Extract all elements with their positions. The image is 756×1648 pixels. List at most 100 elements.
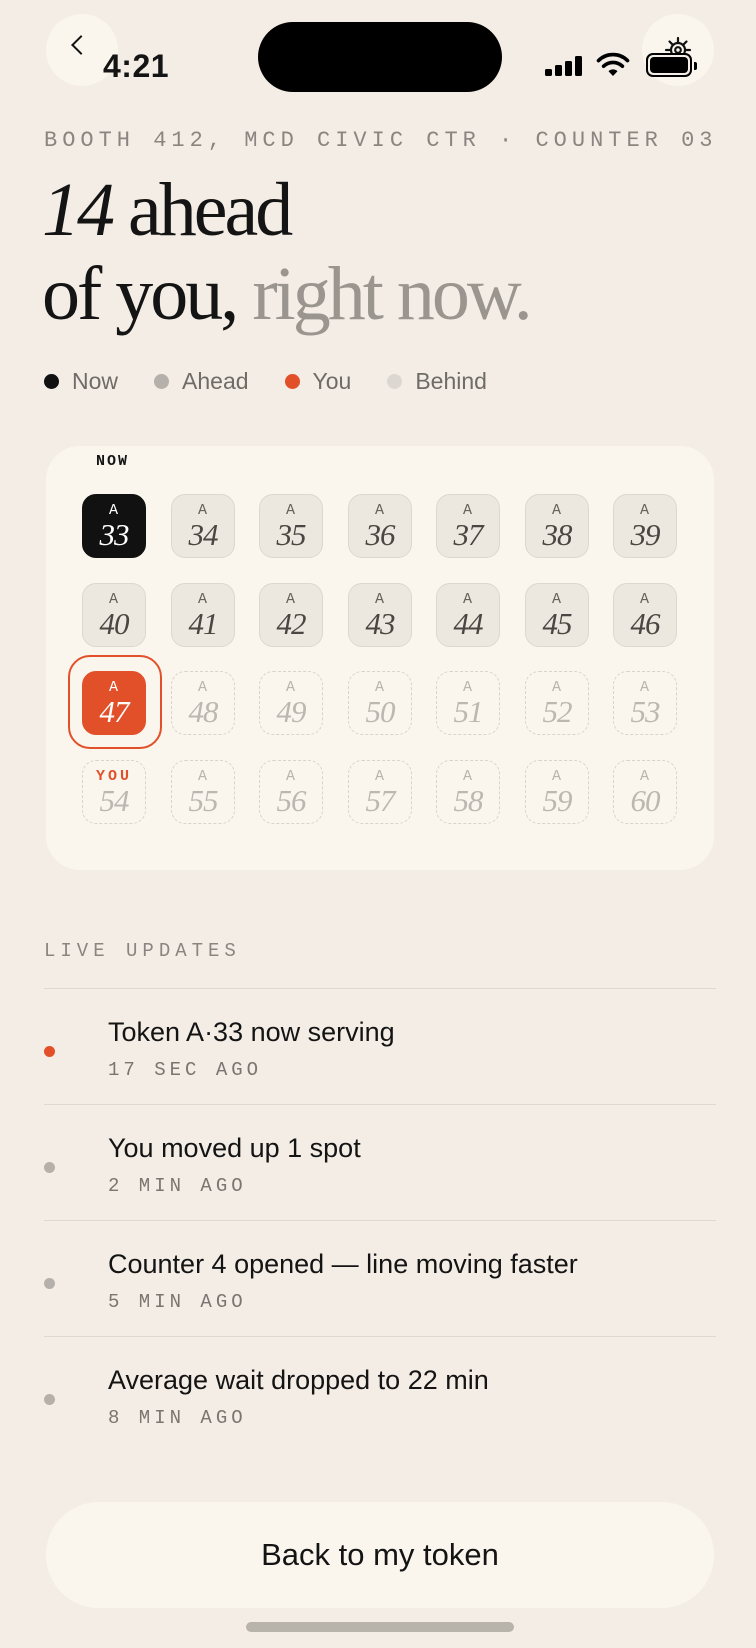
token-number: 39 <box>630 517 661 552</box>
queue-token-tile: A 46 <box>613 583 677 647</box>
queue-token-tile: A 33 <box>82 494 146 558</box>
wifi-icon <box>596 52 630 76</box>
token-number: 38 <box>542 517 573 552</box>
token-number: 45 <box>542 606 573 641</box>
token-number: 46 <box>630 606 661 641</box>
update-time: 8 MIN AGO <box>108 1407 247 1429</box>
legend-label: Behind <box>415 367 487 394</box>
token-number: 59 <box>542 783 573 818</box>
queue-token-tile: A 41 <box>171 583 235 647</box>
chevron-left-icon <box>71 35 91 55</box>
headline-of-you: of you, <box>42 252 239 336</box>
update-time: 17 SEC AGO <box>108 1059 263 1081</box>
queue-token-tile: A 52 <box>525 671 589 735</box>
queue-token-tile: A 56 <box>259 760 323 824</box>
legend-dot <box>387 373 403 389</box>
token-number: 57 <box>365 783 396 818</box>
token-number: 37 <box>453 517 484 552</box>
queue-token-tile: A 40 <box>82 583 146 647</box>
update-text: Counter 4 opened — line moving faster <box>108 1249 578 1279</box>
queue-token-tile: A 57 <box>348 760 412 824</box>
token-number: 33 <box>99 517 130 552</box>
token-number: 35 <box>276 517 307 552</box>
queue-token-tile: A 53 <box>613 671 677 735</box>
queue-token-tile: A 42 <box>259 583 323 647</box>
queue-token-tile: A 58 <box>436 760 500 824</box>
legend: Now Ahead You Behind <box>44 366 523 396</box>
token-number: 44 <box>453 606 484 641</box>
update-row: Average wait dropped to 22 min 8 MIN AGO <box>44 1336 716 1452</box>
dynamic-island <box>258 22 502 92</box>
token-number: 42 <box>276 606 307 641</box>
queue-token-tile: A 59 <box>525 760 589 824</box>
update-row: Counter 4 opened — line moving faster 5 … <box>44 1220 716 1336</box>
legend-label: Now <box>72 367 119 394</box>
update-text: You moved up 1 spot <box>108 1133 361 1163</box>
legend-dot <box>154 373 170 389</box>
queue-token-tile: A 43 <box>348 583 412 647</box>
cellular-signal-icon <box>545 56 582 76</box>
token-number: 53 <box>630 694 661 729</box>
location-label: BOOTH 412, MCD CIVIC CTR · COUNTER 03 <box>44 128 718 153</box>
queue-token-tile: A 37 <box>436 494 500 558</box>
token-number: 40 <box>99 606 130 641</box>
token-number: 47 <box>99 694 130 729</box>
token-number: 43 <box>365 606 396 641</box>
queue-token-tile: A 55 <box>171 760 235 824</box>
queue-token-tile: A 35 <box>259 494 323 558</box>
token-number: 54 <box>99 783 130 818</box>
legend-label: Ahead <box>182 367 249 394</box>
headline-ahead: ahead <box>112 168 293 252</box>
token-number: 50 <box>365 694 396 729</box>
legend-item-ahead: Ahead <box>154 368 249 395</box>
token-number: 52 <box>542 694 573 729</box>
legend-item-you: You <box>284 367 352 395</box>
now-marker-label: NOW <box>96 453 130 470</box>
headline-right-now: right now. <box>236 252 532 336</box>
token-number: 56 <box>276 783 307 818</box>
queue-token-tile: A 38 <box>525 494 589 558</box>
live-updates-title: LIVE UPDATES <box>44 940 241 962</box>
update-time: 2 MIN AGO <box>108 1175 247 1197</box>
queue-token-tile: A 48 <box>171 671 235 735</box>
queue-token-tile: A 36 <box>348 494 412 558</box>
update-status-dot <box>44 1046 55 1057</box>
legend-item-now: Now <box>44 368 118 395</box>
update-text: Average wait dropped to 22 min <box>108 1365 489 1395</box>
status-time: 4:21 <box>103 48 170 84</box>
token-number: 60 <box>630 783 661 818</box>
token-number: 58 <box>453 783 484 818</box>
update-status-dot <box>44 1278 55 1289</box>
queue-token-tile: A 51 <box>436 671 500 735</box>
token-number: 55 <box>188 783 219 818</box>
queue-token-tile: A 44 <box>436 583 500 647</box>
token-number: 41 <box>188 606 219 641</box>
legend-dot <box>44 373 59 389</box>
update-status-dot <box>44 1162 55 1173</box>
legend-item-behind: Behind <box>387 368 487 395</box>
queue-token-tile: A 45 <box>525 583 589 647</box>
update-row: Token A·33 now serving 17 SEC AGO <box>44 988 716 1104</box>
queue-token-tile: A 34 <box>171 494 235 558</box>
legend-dot <box>284 373 300 389</box>
back-to-token-button[interactable]: Back to my token <box>46 1502 714 1608</box>
battery-icon <box>646 53 697 77</box>
page-title: 14 ahead of you, right now. <box>42 168 533 336</box>
queue-token-tile: A 47 <box>82 671 146 735</box>
screen: 4:21 BOOTH 412, MCD CIVIC CTR · COUNTER … <box>0 0 756 1648</box>
ahead-count: 14 <box>42 168 115 252</box>
queue-token-tile: A 50 <box>348 671 412 735</box>
token-number: 49 <box>276 694 307 729</box>
update-row: You moved up 1 spot 2 MIN AGO <box>44 1104 716 1220</box>
queue-token-tile: A 49 <box>259 671 323 735</box>
home-indicator <box>246 1622 514 1632</box>
update-text: Token A·33 now serving <box>108 1017 395 1047</box>
update-status-dot <box>44 1394 55 1405</box>
queue-token-tile: A 39 <box>613 494 677 558</box>
update-time: 5 MIN AGO <box>108 1291 247 1313</box>
token-number: 34 <box>188 517 219 552</box>
token-number: 36 <box>365 517 396 552</box>
token-number: 48 <box>188 694 219 729</box>
legend-label: You <box>312 367 352 394</box>
token-number: 51 <box>453 694 484 729</box>
